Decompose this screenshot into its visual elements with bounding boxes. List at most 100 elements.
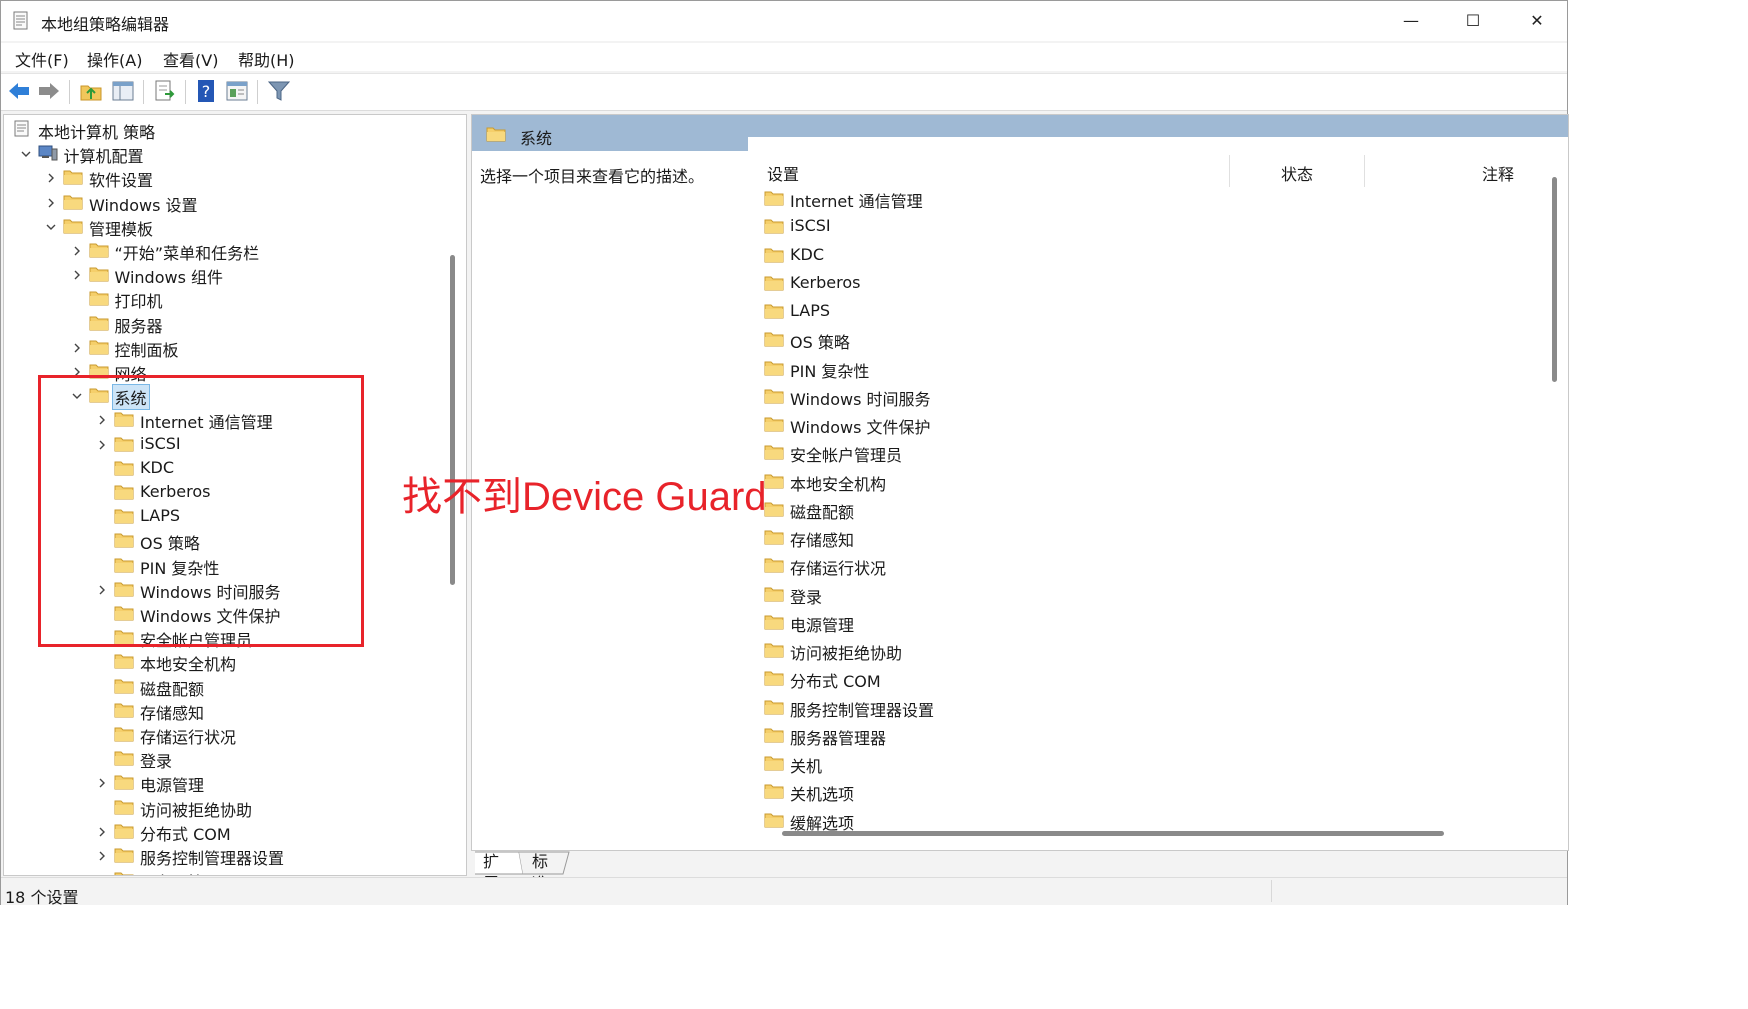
settings-list-item[interactable]: 关机	[764, 751, 1464, 777]
chevron-right-icon[interactable]	[96, 826, 108, 838]
chevron-right-icon[interactable]	[71, 269, 83, 281]
minimize-button[interactable]: —	[1379, 1, 1443, 41]
tree-item[interactable]: 控制面板	[4, 336, 444, 360]
settings-list-item[interactable]: 分布式 COM	[764, 666, 1464, 692]
settings-list-item[interactable]: iSCSI	[764, 214, 1464, 240]
tree-item[interactable]: 软件设置	[4, 166, 444, 190]
column-divider[interactable]	[1364, 155, 1365, 187]
close-button[interactable]: ✕	[1505, 1, 1569, 41]
tree-item[interactable]: 服务控制管理器设置	[4, 844, 444, 868]
tree-item[interactable]: 电源管理	[4, 771, 444, 795]
settings-list-item-label: 缓解选项	[790, 813, 855, 833]
folder-icon	[764, 474, 784, 488]
filter-icon[interactable]	[267, 79, 291, 103]
tree-item[interactable]: 磁盘配额	[4, 675, 444, 699]
help-icon[interactable]: ?	[195, 79, 219, 103]
chevron-down-icon[interactable]	[20, 148, 32, 160]
tree-item[interactable]: “开始”菜单和任务栏	[4, 239, 444, 263]
policy-icon	[14, 120, 29, 137]
settings-list-item[interactable]: Internet 通信管理	[764, 186, 1464, 212]
column-header-state[interactable]: 状态	[1281, 161, 1313, 185]
tree-item[interactable]: Windows 组件	[4, 263, 444, 287]
settings-list-item[interactable]: 服务控制管理器设置	[764, 695, 1464, 721]
chevron-right-icon[interactable]	[96, 850, 108, 862]
folder-icon	[114, 872, 134, 875]
tree-item[interactable]: 打印机	[4, 287, 444, 311]
folder-icon	[764, 700, 784, 714]
settings-list-item[interactable]: LAPS	[764, 299, 1464, 325]
tree-item[interactable]: 存储感知	[4, 699, 444, 723]
settings-list-item[interactable]: 访问被拒绝协助	[764, 638, 1464, 664]
settings-list-item[interactable]: Windows 时间服务	[764, 384, 1464, 410]
up-folder-icon[interactable]	[79, 79, 103, 103]
folder-icon	[63, 170, 83, 185]
settings-list-item-label: 访问被拒绝协助	[790, 644, 903, 663]
tab-standard[interactable]: 标准	[532, 851, 548, 893]
list-vertical-scrollbar[interactable]	[1552, 177, 1557, 382]
settings-list-item-label: 登录	[790, 587, 823, 607]
list-horizontal-scrollbar[interactable]	[782, 831, 1444, 836]
export-list-icon[interactable]	[153, 79, 177, 103]
settings-list-item-label: Windows 时间服务	[790, 389, 931, 409]
menu-view[interactable]: 查看(V)	[163, 47, 218, 71]
settings-list-item[interactable]: PIN 复杂性	[764, 356, 1464, 382]
settings-list-item-label: 分布式 COM	[790, 672, 881, 692]
tree-item[interactable]: 服务器管理器	[4, 868, 444, 875]
tab-extended[interactable]: 扩展	[483, 851, 499, 893]
menu-file[interactable]: 文件(F)	[15, 47, 69, 71]
tree-item[interactable]: 管理模板	[4, 215, 444, 239]
tree-item[interactable]: 访问被拒绝协助	[4, 796, 444, 820]
title-bar: 本地组策略编辑器 — ☐ ✕	[1, 1, 1567, 41]
column-divider[interactable]	[1229, 155, 1230, 187]
tree-scrollbar[interactable]	[450, 255, 455, 585]
settings-list-item[interactable]: OS 策略	[764, 327, 1464, 353]
settings-list-item[interactable]: 存储运行状况	[764, 553, 1464, 579]
folder-icon	[63, 195, 83, 210]
chevron-down-icon[interactable]	[45, 221, 57, 233]
settings-list-item[interactable]: 安全帐户管理员	[764, 440, 1464, 466]
toolbar-separator	[143, 80, 144, 104]
menu-action[interactable]: 操作(A)	[87, 47, 142, 71]
show-hide-tree-icon[interactable]	[111, 79, 135, 103]
settings-list-item[interactable]: 缓解选项	[764, 808, 1464, 834]
properties-icon[interactable]	[225, 79, 249, 103]
column-header-comment[interactable]: 注释	[1482, 161, 1514, 185]
tree-item[interactable]: Windows 设置	[4, 191, 444, 215]
tree-item[interactable]: 存储运行状况	[4, 723, 444, 747]
tree-item[interactable]: 分布式 COM	[4, 820, 444, 844]
tree-item[interactable]: 服务器	[4, 312, 444, 336]
column-header-setting[interactable]: 设置	[767, 161, 799, 185]
chevron-right-icon[interactable]	[45, 197, 57, 209]
forward-arrow-icon[interactable]	[37, 79, 61, 103]
tree-item-label: 计算机配置	[63, 147, 144, 167]
toolbar-separator	[257, 80, 258, 104]
chevron-right-icon[interactable]	[71, 342, 83, 354]
settings-list-item[interactable]: 磁盘配额	[764, 497, 1464, 523]
settings-list-item[interactable]: 本地安全机构	[764, 469, 1464, 495]
tree-item[interactable]: 登录	[4, 747, 444, 771]
settings-list-item[interactable]: Kerberos	[764, 271, 1464, 297]
settings-list-item[interactable]: 电源管理	[764, 610, 1464, 636]
settings-list-item[interactable]: 服务器管理器	[764, 723, 1464, 749]
settings-list-item[interactable]: 登录	[764, 582, 1464, 608]
back-arrow-icon[interactable]	[7, 79, 31, 103]
menu-help[interactable]: 帮助(H)	[238, 47, 295, 71]
settings-list-item[interactable]: Windows 文件保护	[764, 412, 1464, 438]
tree-item[interactable]: 计算机配置	[4, 142, 444, 166]
chevron-right-icon[interactable]	[96, 777, 108, 789]
folder-icon	[764, 784, 784, 799]
settings-list-item[interactable]: 关机选项	[764, 779, 1464, 805]
settings-list-item[interactable]: KDC	[764, 243, 1464, 269]
folder-icon	[114, 727, 134, 742]
tree-item[interactable]: 本地安全机构	[4, 650, 444, 674]
folder-icon	[764, 728, 784, 743]
folder-icon	[89, 291, 108, 306]
chevron-right-icon[interactable]	[45, 172, 57, 184]
settings-list-item[interactable]: 存储感知	[764, 525, 1464, 551]
folder-icon	[764, 813, 784, 827]
maximize-button[interactable]: ☐	[1441, 1, 1505, 41]
tree-item[interactable]: 本地计算机 策略	[4, 118, 444, 142]
chevron-right-icon[interactable]	[71, 245, 83, 257]
folder-icon	[764, 389, 784, 404]
settings-list-item-label: KDC	[790, 244, 824, 264]
